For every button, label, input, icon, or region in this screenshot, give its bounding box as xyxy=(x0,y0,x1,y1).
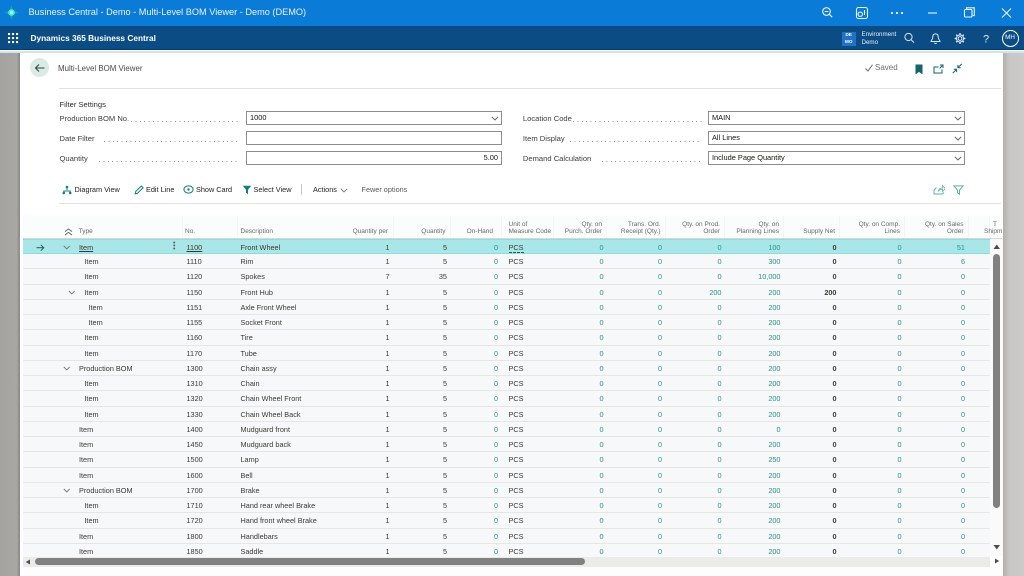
svg-text:?: ? xyxy=(983,34,989,46)
